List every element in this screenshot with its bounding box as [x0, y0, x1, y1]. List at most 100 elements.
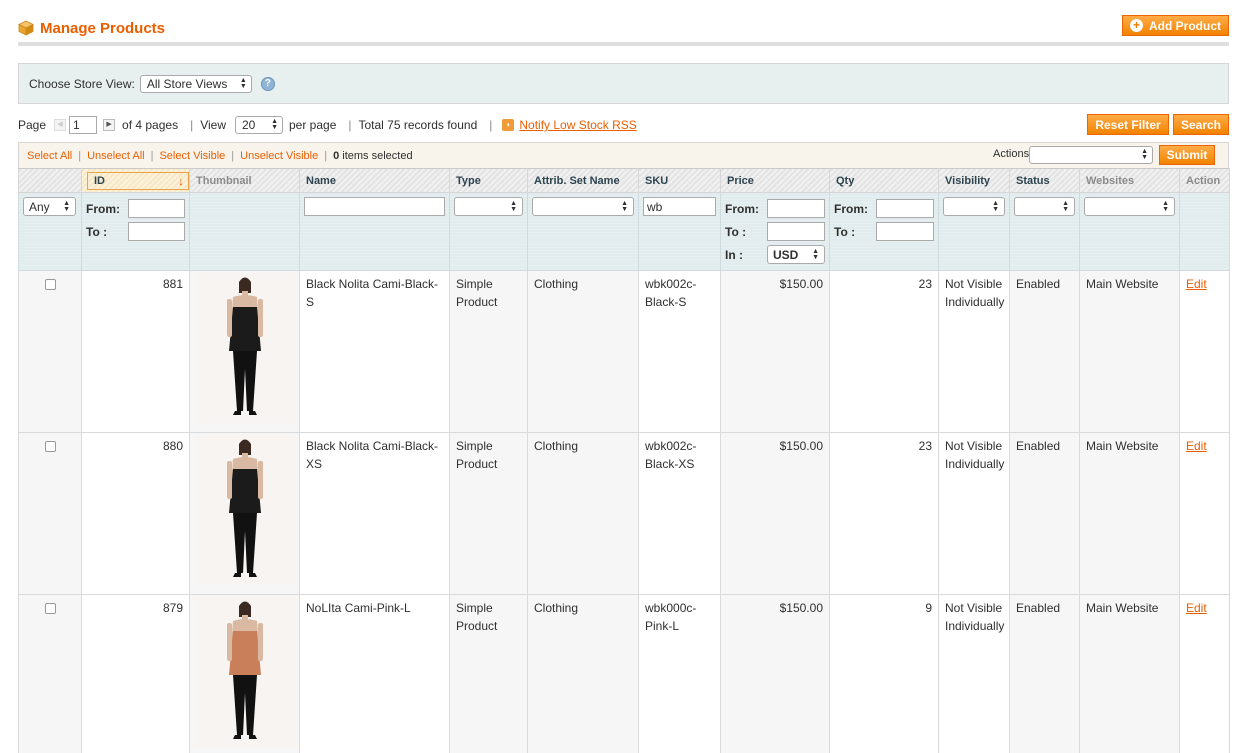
- qty-to-input[interactable]: [876, 222, 934, 241]
- unselect-all-link[interactable]: Unselect All: [87, 150, 144, 162]
- store-switcher: Choose Store View: All Store Views ▲ ▼ ?: [18, 63, 1229, 104]
- next-page-icon[interactable]: ▶: [103, 119, 116, 131]
- select-all-link[interactable]: Select All: [27, 150, 72, 162]
- add-product-label: Add Product: [1149, 18, 1221, 33]
- actions-select[interactable]: ▲ ▼: [1029, 146, 1153, 164]
- select-visible-link[interactable]: Select Visible: [159, 150, 225, 162]
- select-arrows-icon: ▲ ▼: [1062, 199, 1069, 213]
- row-attrib-set: Clothing: [527, 594, 639, 753]
- currency-select[interactable]: USD ▲ ▼: [767, 245, 825, 264]
- type-filter-select[interactable]: ▲ ▼: [454, 197, 523, 216]
- row-status: Enabled: [1009, 432, 1080, 595]
- price-to-input[interactable]: [767, 222, 825, 241]
- row-thumbnail-cell: [189, 432, 300, 595]
- table-row: 880 Black Nolita Cami-Black-XS Simple Pr…: [18, 432, 1230, 595]
- unselect-visible-link[interactable]: Unselect Visible: [240, 150, 318, 162]
- col-websites[interactable]: Websites: [1079, 168, 1180, 193]
- search-button[interactable]: Search: [1173, 114, 1229, 135]
- col-massaction: [18, 168, 82, 193]
- attrib-set-filter-select[interactable]: ▲ ▼: [532, 197, 634, 216]
- row-websites: Main Website: [1079, 432, 1180, 595]
- row-sku: wbk000c-Pink-L: [638, 594, 721, 753]
- product-box-icon: [18, 20, 34, 36]
- row-price: $150.00: [720, 594, 830, 753]
- table-row: 881 Black Nolita Cami-Black-S Simple Pro…: [18, 270, 1230, 433]
- row-price: $150.00: [720, 270, 830, 433]
- col-id[interactable]: ID ↓: [81, 168, 190, 193]
- col-type[interactable]: Type: [449, 168, 528, 193]
- reset-filter-button[interactable]: Reset Filter: [1087, 114, 1169, 135]
- visibility-filter-select[interactable]: ▲ ▼: [943, 197, 1005, 216]
- product-thumbnail: [195, 273, 295, 423]
- per-page-select[interactable]: 20 ▲ ▼: [235, 116, 283, 134]
- id-to-input[interactable]: [128, 222, 185, 241]
- table-row: 879 NoLIta Cami-Pink-L Simple Product Cl…: [18, 594, 1230, 753]
- col-name[interactable]: Name: [299, 168, 450, 193]
- products-grid: ID ↓ Thumbnail Name Type Attrib. Set Name…: [18, 168, 1230, 753]
- row-id: 881: [81, 270, 190, 433]
- row-name: Black Nolita Cami-Black-XS: [299, 432, 450, 595]
- col-visibility[interactable]: Visibility: [938, 168, 1010, 193]
- row-type: Simple Product: [449, 270, 528, 433]
- header-row: ID ↓ Thumbnail Name Type Attrib. Set Name…: [18, 168, 1230, 193]
- name-filter-input[interactable]: [304, 197, 445, 216]
- price-from-input[interactable]: [767, 199, 825, 218]
- row-attrib-set: Clothing: [527, 432, 639, 595]
- row-checkbox[interactable]: [44, 603, 56, 614]
- id-from-input[interactable]: [128, 199, 185, 218]
- row-websites: Main Website: [1079, 594, 1180, 753]
- row-checkbox[interactable]: [44, 441, 56, 452]
- row-type: Simple Product: [449, 594, 528, 753]
- help-icon[interactable]: ?: [260, 76, 275, 91]
- row-price: $150.00: [720, 432, 830, 595]
- col-price[interactable]: Price: [720, 168, 830, 193]
- websites-filter-select[interactable]: ▲ ▼: [1084, 197, 1175, 216]
- edit-link[interactable]: Edit: [1186, 439, 1207, 453]
- edit-link[interactable]: Edit: [1186, 601, 1207, 615]
- row-sku: wbk002c-Black-S: [638, 270, 721, 433]
- actions-label: Actions: [993, 148, 1030, 160]
- store-switcher-label: Choose Store View:: [29, 76, 135, 91]
- col-action: Action: [1179, 168, 1230, 193]
- col-thumbnail: Thumbnail: [189, 168, 300, 193]
- select-arrows-icon: ▲ ▼: [510, 199, 517, 213]
- col-sku[interactable]: SKU: [638, 168, 721, 193]
- row-sku: wbk002c-Black-XS: [638, 432, 721, 595]
- edit-link[interactable]: Edit: [1186, 277, 1207, 291]
- select-arrows-icon: ▲ ▼: [271, 118, 278, 131]
- total-records: Total 75 records found: [358, 118, 478, 132]
- select-arrows-icon: ▲ ▼: [812, 247, 819, 261]
- plus-icon: +: [1130, 19, 1143, 32]
- filter-row: Any ▲ ▼ From: To : ▲ ▼ ▲ ▼ wb From: To : In…: [18, 192, 1230, 271]
- low-stock-rss-link[interactable]: Notify Low Stock RSS: [519, 118, 636, 132]
- store-view-select[interactable]: All Store Views ▲ ▼: [139, 74, 252, 93]
- row-checkbox[interactable]: [44, 279, 56, 290]
- massaction-bar: Select All | Unselect All | Select Visib…: [18, 142, 1229, 168]
- select-arrows-icon: ▲ ▼: [1141, 148, 1148, 161]
- select-arrows-icon: ▲ ▼: [239, 76, 247, 90]
- submit-button[interactable]: Submit: [1159, 145, 1215, 165]
- massaction-filter-select[interactable]: Any ▲ ▼: [23, 197, 76, 216]
- row-type: Simple Product: [449, 432, 528, 595]
- sort-desc-icon: ↓: [178, 173, 184, 188]
- page-input[interactable]: 1: [69, 116, 98, 134]
- row-qty: 23: [829, 432, 939, 595]
- row-visibility: Not Visible Individually: [938, 594, 1010, 753]
- row-status: Enabled: [1009, 270, 1080, 433]
- qty-from-input[interactable]: [876, 199, 934, 218]
- product-thumbnail: [195, 597, 295, 747]
- row-id: 880: [81, 432, 190, 595]
- status-filter-select[interactable]: ▲ ▼: [1014, 197, 1075, 216]
- page-title: Manage Products: [40, 20, 166, 37]
- add-product-button[interactable]: + Add Product: [1122, 15, 1229, 36]
- col-qty[interactable]: Qty: [829, 168, 939, 193]
- row-websites: Main Website: [1079, 270, 1180, 433]
- pager: Page ◀ 1 ▶ of 4 pages | View 20 ▲ ▼ per p…: [18, 114, 1229, 136]
- select-arrows-icon: ▲ ▼: [1162, 199, 1169, 213]
- sku-filter-input[interactable]: wb: [643, 197, 716, 216]
- col-status[interactable]: Status: [1009, 168, 1080, 193]
- prev-page-icon[interactable]: ◀: [54, 119, 67, 131]
- col-attrib-set[interactable]: Attrib. Set Name: [527, 168, 639, 193]
- page-header: Manage Products + Add Product: [18, 14, 1229, 46]
- row-qty: 9: [829, 594, 939, 753]
